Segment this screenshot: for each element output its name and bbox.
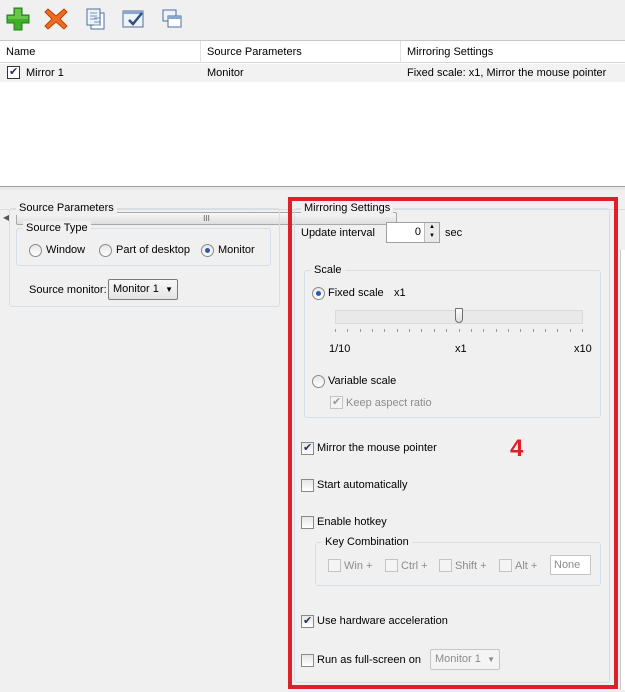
- toolbar: [0, 0, 625, 38]
- source-monitor-label: Source monitor:: [29, 284, 107, 296]
- edit-check-icon[interactable]: [120, 5, 148, 33]
- source-type-group: Source Type Window Part of desktop Monit…: [16, 221, 271, 266]
- mirror-list: Name Source Parameters Mirroring Setting…: [0, 40, 625, 227]
- splitter[interactable]: [0, 186, 625, 190]
- copy-icon[interactable]: [82, 5, 110, 33]
- radio-part-of-desktop-label[interactable]: Part of desktop: [116, 243, 190, 257]
- source-monitor-dropdown[interactable]: Monitor 1 ▼: [108, 279, 178, 300]
- column-header-name[interactable]: Name: [0, 41, 201, 63]
- window-icon[interactable]: [158, 5, 186, 33]
- column-header-settings[interactable]: Mirroring Settings: [401, 41, 625, 63]
- row-settings: Fixed scale: x1, Mirror the mouse pointe…: [407, 67, 607, 79]
- radio-part-of-desktop[interactable]: [99, 244, 112, 257]
- add-icon[interactable]: [4, 5, 32, 33]
- radio-monitor-label[interactable]: Monitor: [218, 243, 255, 257]
- table-row[interactable]: Mirror 1 Monitor Fixed scale: x1, Mirror…: [0, 64, 625, 82]
- row-name: Mirror 1: [26, 67, 64, 79]
- column-header-source[interactable]: Source Parameters: [201, 41, 401, 63]
- source-parameters-title: Source Parameters: [16, 201, 117, 215]
- annotation-number: 4: [510, 435, 524, 462]
- row-checkbox[interactable]: [7, 65, 20, 79]
- chevron-down-icon: ▼: [165, 285, 173, 294]
- annotation-highlight-box: [288, 197, 618, 689]
- radio-monitor[interactable]: [201, 244, 214, 257]
- row-source: Monitor: [207, 67, 244, 79]
- right-panel-edge: [620, 250, 625, 690]
- delete-icon[interactable]: [42, 5, 70, 33]
- radio-window[interactable]: [29, 244, 42, 257]
- source-type-title: Source Type: [23, 221, 91, 235]
- source-monitor-value: Monitor 1: [113, 283, 159, 295]
- radio-window-label[interactable]: Window: [46, 243, 85, 257]
- source-parameters-group: Source Parameters Source Type Window Par…: [9, 201, 280, 307]
- list-header: Name Source Parameters Mirroring Setting…: [0, 41, 625, 63]
